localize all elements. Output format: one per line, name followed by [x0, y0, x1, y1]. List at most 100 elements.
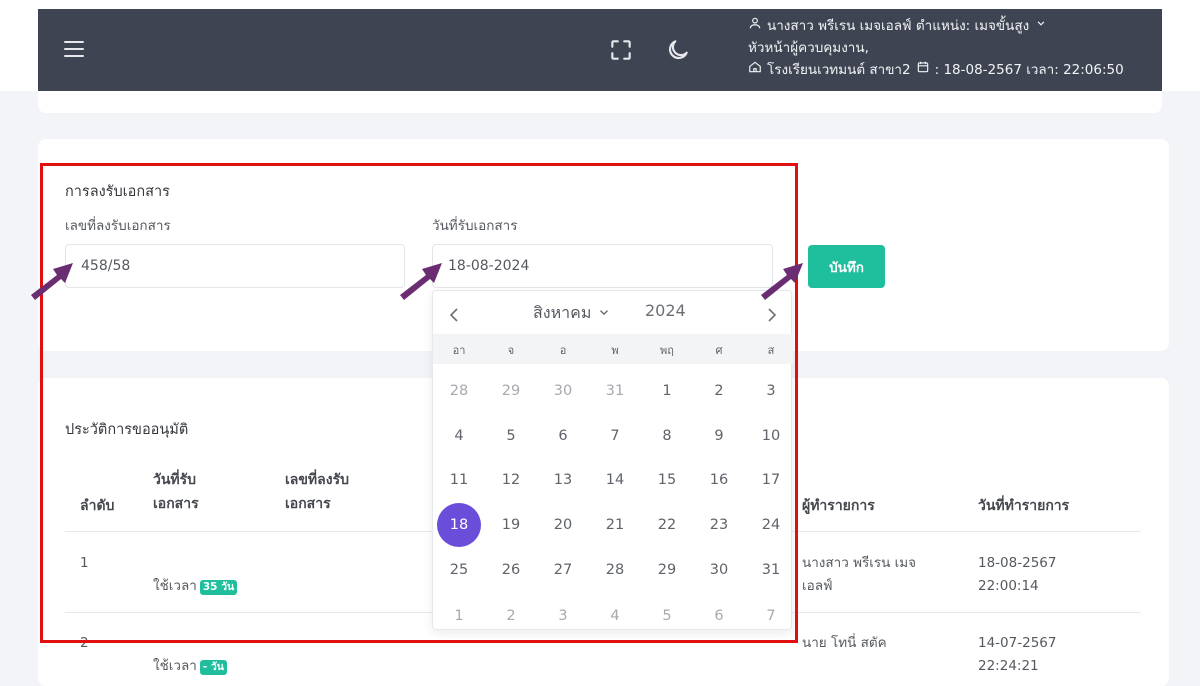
calendar-day[interactable]: 30 [697, 548, 741, 592]
chevron-down-icon[interactable] [1034, 15, 1048, 37]
calendar-day[interactable]: 28 [593, 548, 637, 592]
user-icon [748, 15, 762, 37]
row1-action-time: 22:00:14 [978, 578, 1039, 594]
col-receive-date-line2: เอกสาร [153, 496, 199, 512]
row2-action-date: 14-07-2567 [978, 635, 1057, 651]
calendar-day[interactable]: 26 [489, 548, 533, 592]
col-index: ลำดับ [80, 498, 115, 514]
user-role: หัวหน้าผู้ควบคุมงาน, [748, 40, 869, 56]
weekday-label: ส [767, 344, 775, 357]
calendar-day[interactable]: 27 [541, 548, 585, 592]
calendar-icon [916, 59, 930, 81]
calendar-day[interactable]: 2 [489, 594, 533, 638]
calendar-day[interactable]: 7 [593, 414, 637, 458]
home-icon [748, 59, 762, 81]
weekday-label: พฤ [660, 344, 674, 357]
calendar-day[interactable]: 7 [749, 594, 793, 638]
school-name: โรงเรียนเวทมนต์ สาขา2 [767, 62, 911, 78]
time-used-badge: 35 วัน [199, 580, 238, 595]
calendar-day-selected[interactable]: 18 [437, 503, 481, 547]
col-operator: ผู้ทำรายการ [802, 498, 875, 514]
previous-card-bottom [38, 91, 1162, 113]
calendar-day[interactable]: 6 [697, 594, 741, 638]
col-doc-number-line2: เอกสาร [285, 496, 331, 512]
calendar-day[interactable]: 8 [645, 414, 689, 458]
row2-action-time: 22:24:21 [978, 658, 1039, 674]
calendar-day[interactable]: 28 [437, 369, 481, 413]
calendar-day[interactable]: 25 [437, 548, 481, 592]
calendar-day[interactable]: 4 [593, 594, 637, 638]
calendar-day[interactable]: 22 [645, 503, 689, 547]
row2-time-used: ใช้เวลา - วัน [153, 655, 227, 677]
calendar-day[interactable]: 17 [749, 458, 793, 502]
weekday-label: อ [559, 344, 567, 357]
time-used-label: ใช้เวลา [153, 658, 197, 674]
chevron-right-icon[interactable] [761, 305, 781, 325]
pointer-arrow [31, 263, 73, 300]
chevron-down-icon [597, 304, 611, 323]
calendar-day[interactable]: 30 [541, 369, 585, 413]
calendar-day[interactable]: 3 [749, 369, 793, 413]
user-name-position: นางสาว พรีเรน เมจเอลฟ์ ตำแหน่ง: เมจขั้นส… [767, 18, 1030, 34]
weekday-header: อา จ อ พ พฤ ศ ส [433, 334, 793, 364]
fullscreen-icon[interactable] [608, 37, 634, 63]
chevron-left-icon[interactable] [445, 305, 465, 325]
row1-operator-line1: นางสาว พรีเรน เมจ [802, 555, 917, 571]
calendar-day[interactable]: 19 [489, 503, 533, 547]
row1-operator-line2: เอลฟ์ [802, 578, 833, 594]
row1-index: 1 [80, 555, 89, 571]
calendar-day[interactable]: 31 [593, 369, 637, 413]
pointer-arrow [761, 263, 803, 300]
month-select[interactable]: สิงหาคม [533, 301, 611, 326]
weekday-label: อา [452, 344, 466, 357]
row2-index: 2 [80, 635, 89, 651]
doc-number-input[interactable]: 458/58 [65, 244, 405, 288]
calendar-day[interactable]: 2 [697, 369, 741, 413]
calendar-day[interactable]: 4 [437, 414, 481, 458]
row1-time-used: ใช้เวลา 35 วัน [153, 575, 238, 597]
year-input[interactable]: 2024 [645, 301, 686, 320]
form-title: การลงรับเอกสาร [65, 184, 170, 200]
weekday-label: พ [611, 344, 619, 357]
calendar-day[interactable]: 9 [697, 414, 741, 458]
calendar-day[interactable]: 3 [541, 594, 585, 638]
user-info[interactable]: นางสาว พรีเรน เมจเอลฟ์ ตำแหน่ง: เมจขั้นส… [748, 15, 1158, 81]
calendar-day[interactable]: 24 [749, 503, 793, 547]
calendar-day[interactable]: 15 [645, 458, 689, 502]
calendar-day[interactable]: 20 [541, 503, 585, 547]
top-navbar: นางสาว พรีเรน เมจเอลฟ์ ตำแหน่ง: เมจขั้นส… [38, 9, 1162, 91]
receive-date-label: วันที่รับเอกสาร [432, 218, 518, 234]
save-button[interactable]: บันทึก [808, 245, 885, 288]
calendar-day[interactable]: 31 [749, 548, 793, 592]
calendar-day[interactable]: 29 [489, 369, 533, 413]
time-used-badge: - วัน [199, 660, 227, 675]
col-receive-date-line1: วันที่รับ [153, 472, 197, 488]
calendar-day[interactable]: 23 [697, 503, 741, 547]
history-title: ประวัติการขออนุมัติ [65, 422, 189, 438]
row2-operator: นาย โทนี่ สตัค [802, 635, 887, 651]
calendar-day[interactable]: 1 [437, 594, 481, 638]
calendar-day[interactable]: 11 [437, 458, 481, 502]
calendar-day[interactable]: 5 [645, 594, 689, 638]
menu-icon[interactable] [64, 41, 84, 57]
doc-number-label: เลขที่ลงรับเอกสาร [65, 218, 171, 234]
calendar-day[interactable]: 13 [541, 458, 585, 502]
calendar-day[interactable]: 10 [749, 414, 793, 458]
col-doc-number-line1: เลขที่ลงรับ [285, 472, 349, 488]
moon-icon[interactable] [665, 37, 691, 63]
calendar-day[interactable]: 6 [541, 414, 585, 458]
weekday-label: จ [507, 344, 515, 357]
time-used-label: ใช้เวลา [153, 578, 197, 594]
calendar-day[interactable]: 29 [645, 548, 689, 592]
calendar-day[interactable]: 14 [593, 458, 637, 502]
calendar-day[interactable]: 5 [489, 414, 533, 458]
calendar-day[interactable]: 21 [593, 503, 637, 547]
current-datetime: : 18-08-2567 เวลา: 22:06:50 [934, 62, 1124, 78]
weekday-label: ศ [715, 344, 723, 357]
calendar-day[interactable]: 1 [645, 369, 689, 413]
receive-date-input[interactable]: 18-08-2024 [432, 244, 773, 288]
col-action-date: วันที่ทำรายการ [978, 498, 1070, 514]
calendar-day[interactable]: 12 [489, 458, 533, 502]
calendar-day[interactable]: 16 [697, 458, 741, 502]
row1-action-date: 18-08-2567 [978, 555, 1057, 571]
